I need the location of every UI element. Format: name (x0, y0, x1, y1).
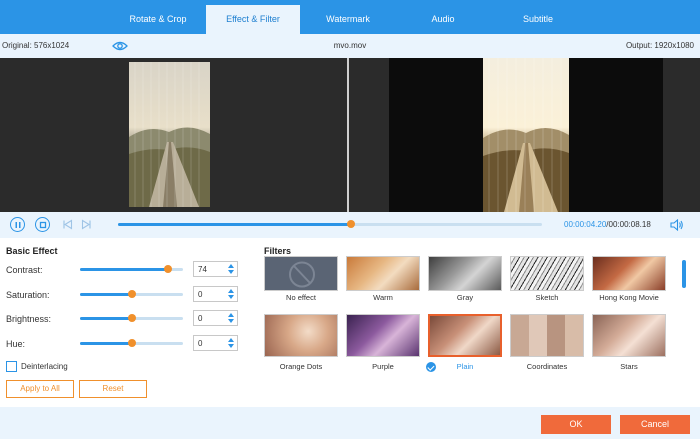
filter-thumbnail[interactable] (428, 256, 502, 291)
tab-watermark[interactable]: Watermark (307, 5, 389, 34)
filter-thumbnail[interactable] (264, 314, 338, 357)
filters-title: Filters (264, 246, 292, 256)
playback-timeline[interactable] (118, 220, 542, 228)
contrast-down-arrow-icon[interactable] (228, 270, 234, 274)
tab-effect-filter[interactable]: Effect & Filter (206, 5, 300, 34)
tab-subtitle[interactable]: Subtitle (497, 5, 579, 34)
filter-label: Stars (620, 362, 638, 371)
playback-handle[interactable] (347, 220, 356, 228)
cancel-button[interactable]: Cancel (620, 415, 690, 434)
apply-to-all-button[interactable]: Apply to All (6, 380, 74, 398)
stop-icon (39, 221, 46, 228)
info-bar: Original: 576x1024 mvo.mov Output: 1920x… (0, 34, 700, 58)
filter-thumbnail[interactable] (346, 256, 420, 291)
filter-label: No effect (286, 293, 316, 302)
saturation-slider[interactable] (80, 290, 183, 298)
ok-button[interactable]: OK (541, 415, 611, 434)
pause-button[interactable] (10, 217, 25, 232)
eye-icon[interactable] (112, 40, 128, 52)
output-video-frame (483, 58, 569, 212)
reset-button[interactable]: Reset (79, 380, 147, 398)
filter-label: Hong Kong Movie (599, 293, 659, 302)
filter-label: Purple (372, 362, 394, 371)
filter-label: Sketch (535, 293, 559, 302)
hue-slider[interactable] (80, 339, 183, 347)
skip-back-icon[interactable] (62, 219, 73, 230)
filters-scrollbar[interactable] (682, 260, 686, 288)
tab-bar: Rotate & Crop Effect & Filter Watermark … (0, 0, 700, 34)
brightness-slider[interactable] (80, 314, 183, 322)
filter-thumbnail[interactable] (346, 314, 420, 357)
filter-thumbnail[interactable] (264, 256, 338, 291)
filter-thumbnail[interactable] (592, 314, 666, 357)
filter-label: Plain (456, 362, 474, 371)
output-resolution: Output: 1920x1080 (625, 41, 694, 50)
output-preview (349, 58, 700, 212)
hue-spinbox[interactable]: 0 (193, 335, 238, 351)
filter-label: Orange Dots (279, 362, 323, 371)
hue-slider-handle[interactable] (127, 339, 136, 347)
contrast-up-arrow-icon[interactable] (228, 264, 234, 268)
tab-rotate-crop[interactable]: Rotate & Crop (117, 5, 199, 34)
playback-bar: 00:00:04.20/00:00:08.18 (0, 212, 700, 238)
time-display: 00:00:04.20/00:00:08.18 (564, 220, 651, 229)
contrast-label: Contrast: (6, 265, 43, 275)
pause-icon (15, 221, 20, 228)
stop-button[interactable] (35, 217, 50, 232)
brightness-slider-handle[interactable] (127, 314, 136, 322)
original-video-frame (129, 62, 210, 207)
brightness-up-arrow-icon[interactable] (228, 313, 234, 317)
filter-label: Warm (373, 293, 393, 302)
deinterlacing-checkbox[interactable] (6, 361, 17, 372)
saturation-slider-handle[interactable] (127, 290, 136, 298)
contrast-slider-handle[interactable] (163, 265, 172, 273)
contrast-slider[interactable] (80, 265, 183, 273)
brightness-down-arrow-icon[interactable] (228, 319, 234, 323)
original-preview (0, 58, 347, 212)
deinterlacing-label: Deinterlacing (21, 362, 68, 371)
filter-thumbnail[interactable] (510, 256, 584, 291)
contrast-slider-fill (80, 268, 168, 271)
saturation-up-arrow-icon[interactable] (228, 289, 234, 293)
skip-forward-icon[interactable] (81, 219, 92, 230)
hue-label: Hue: (6, 339, 26, 349)
contrast-spinbox[interactable]: 74 (193, 261, 238, 277)
saturation-spinbox[interactable]: 0 (193, 286, 238, 302)
hue-up-arrow-icon[interactable] (228, 338, 234, 342)
saturation-label: Saturation: (6, 290, 50, 300)
hue-value[interactable]: 0 (198, 339, 202, 348)
current-time: 00:00:04.20 (564, 220, 607, 229)
brightness-slider-fill (80, 317, 132, 320)
brightness-label: Brightness: (6, 314, 52, 324)
total-time: 00:00:08.18 (608, 220, 651, 229)
filter-thumbnail[interactable] (592, 256, 666, 291)
tab-audio[interactable]: Audio (402, 5, 484, 34)
basic-effect-title: Basic Effect (6, 246, 58, 256)
filter-thumbnail[interactable] (428, 314, 502, 357)
volume-icon[interactable] (670, 219, 684, 231)
contrast-value[interactable]: 74 (198, 265, 207, 274)
saturation-slider-fill (80, 293, 132, 296)
brightness-spinbox[interactable]: 0 (193, 310, 238, 326)
brightness-value[interactable]: 0 (198, 314, 202, 323)
filter-thumbnail[interactable] (510, 314, 584, 357)
saturation-down-arrow-icon[interactable] (228, 295, 234, 299)
saturation-value[interactable]: 0 (198, 290, 202, 299)
hue-slider-fill (80, 342, 132, 345)
filter-label: Coordinates (526, 362, 568, 371)
file-name: mvo.mov (333, 41, 367, 50)
hue-down-arrow-icon[interactable] (228, 344, 234, 348)
filter-label: Gray (456, 293, 474, 302)
playback-progress (118, 223, 352, 226)
original-resolution: Original: 576x1024 (2, 41, 70, 50)
no-effect-icon (289, 261, 315, 288)
